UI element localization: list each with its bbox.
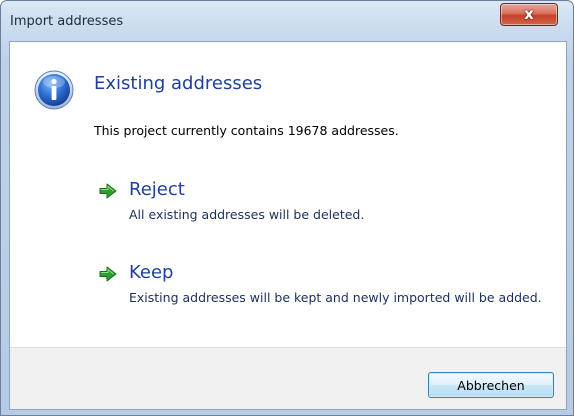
dialog-window: Import addresses x Existing addresses Th… <box>0 0 574 416</box>
keep-title: Keep <box>129 262 174 283</box>
reject-description: All existing addresses will be deleted. <box>129 207 365 222</box>
content-text: This project currently contains 19678 ad… <box>94 123 399 138</box>
keep-description: Existing addresses will be kept and newl… <box>129 290 542 305</box>
title-bar[interactable]: Import addresses x <box>1 1 573 41</box>
window-title: Import addresses <box>10 14 124 29</box>
main-instruction: Existing addresses <box>94 73 263 94</box>
green-arrow-icon <box>99 183 117 199</box>
cancel-button[interactable]: Abbrechen <box>428 372 554 398</box>
dialog-content: Existing addresses This project currentl… <box>10 42 566 347</box>
close-button[interactable]: x <box>500 3 558 26</box>
dialog-footer: Abbrechen <box>10 347 566 409</box>
green-arrow-icon <box>99 266 117 282</box>
close-icon: x <box>524 5 534 23</box>
info-icon <box>34 70 74 110</box>
dialog-client-area: Existing addresses This project currentl… <box>9 41 567 410</box>
reject-title: Reject <box>129 179 185 200</box>
